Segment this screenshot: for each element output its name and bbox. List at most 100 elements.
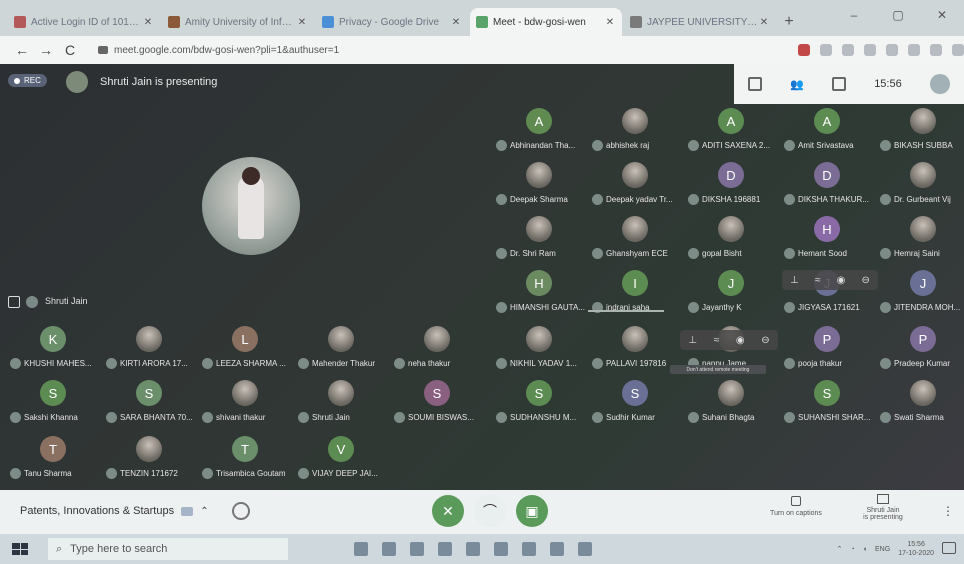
app-icon[interactable] [438,542,452,556]
network-icon[interactable]: ◔ [851,546,855,553]
participant-tile[interactable]: T Trisambica Goutam [200,436,296,484]
participant-tile[interactable]: H Hemant Sood [782,216,878,264]
taskbar-search[interactable]: ⌕ Type here to search [48,538,288,560]
remove-icon[interactable]: ⊖ [862,275,870,286]
participant-tile[interactable]: P Pradeep Kumar [878,326,964,374]
participant-tile[interactable]: Hemraj Saini [878,216,964,264]
avatar[interactable] [929,74,950,94]
participant-tile[interactable]: S SUHANSHI SHAR... [782,380,878,428]
tab-0[interactable]: Active Login ID of 101241 ✕ [8,8,160,36]
close-icon[interactable]: ✕ [142,17,154,28]
presenting-button[interactable]: Shruti Jain is presenting [848,494,918,521]
captions-button[interactable]: Turn on captions [766,496,826,517]
participant-tile[interactable]: S Sudhir Kumar [590,380,686,428]
meeting-details[interactable]: Patents, Innovations & Startups ⌃ [20,505,209,517]
windows-start-button[interactable] [12,543,28,555]
chevron-up-icon[interactable]: ⌃ [837,545,843,553]
puzzle-icon[interactable] [908,44,920,56]
forward-button[interactable]: → [34,42,58,58]
people-icon[interactable]: 👥 [790,78,804,91]
mute-tile-icon[interactable]: ≈ [714,335,720,346]
camera-icon[interactable] [798,44,810,56]
participant-tile[interactable]: D DIKSHA THAKUR... [782,162,878,210]
tab-4[interactable]: JAYPEE UNIVERSITY OF INF✕ [624,8,776,36]
close-icon[interactable]: ✕ [758,17,770,28]
pin-tile-icon[interactable]: ⊥ [790,275,799,286]
participant-tile[interactable]: Shruti Jain [296,380,392,428]
participant-tile[interactable]: Dr. Shri Ram [494,216,590,264]
pin-icon[interactable] [8,296,20,308]
language-indicator[interactable]: ENG [875,546,890,553]
maximize-button[interactable]: ▢ [876,0,920,30]
participant-tile[interactable]: J JITENDRA MOH... [878,270,964,318]
remove-icon[interactable]: ⊖ [761,335,769,346]
participant-tile[interactable]: TENZIN 171672 [104,436,200,484]
participant-tile[interactable]: Ghanshyam ECE [590,216,686,264]
share-icon[interactable] [842,44,854,56]
close-icon[interactable]: ✕ [450,17,462,28]
tab-1[interactable]: Amity University of Information✕ [162,8,314,36]
participant-tile[interactable]: Suhani Bhagta [686,380,782,428]
menu-icon[interactable] [952,44,964,56]
reload-button[interactable]: C [58,42,82,58]
participant-tile[interactable]: Swati Sharma [878,380,964,428]
participant-tile[interactable]: L LEEZA SHARMA ... [200,326,296,374]
eye-icon[interactable]: ◉ [736,335,745,346]
participant-tile[interactable]: KIRTI ARORA 17... [104,326,200,374]
participant-tile[interactable]: S SUDHANSHU M... [494,380,590,428]
participant-tile[interactable]: D DIKSHA 196881 [686,162,782,210]
chat-icon[interactable] [832,77,847,91]
mic-toggle-button[interactable]: ✕ [432,495,464,527]
chrome-icon[interactable] [382,542,396,556]
camera-toggle-button[interactable]: ▣ [516,495,548,527]
app-icon[interactable] [550,542,564,556]
leave-call-button[interactable]: ⌒ [474,495,506,527]
participant-tile[interactable]: A ADITI SAXENA 2... [686,108,782,156]
back-button[interactable]: ← [10,42,34,58]
participant-tile[interactable]: H HIMANSHI GAUTA... [494,270,590,318]
participant-tile[interactable]: K KHUSHI MAHES... [8,326,104,374]
app-icon[interactable] [494,542,508,556]
participant-tile[interactable]: S SOUMI BISWAS... [392,380,488,428]
task-view-icon[interactable] [354,542,368,556]
participant-tile[interactable]: Mahender Thakur [296,326,392,374]
zoom-icon[interactable] [820,44,832,56]
participant-tile[interactable]: neha thakur [392,326,488,374]
close-icon[interactable]: ✕ [296,17,308,28]
participant-tile[interactable]: Ppooja thakur [782,326,878,374]
url-field[interactable]: meet.google.com/bdw-gosi-wen?pli=1&authu… [90,40,780,60]
taskbar-clock[interactable]: 15:56 17-10-2020 [898,540,934,558]
eye-icon[interactable]: ◉ [837,275,846,286]
app-icon[interactable] [522,542,536,556]
participant-tile[interactable]: Dr. Gurbeant Vij [878,162,964,210]
participant-tile[interactable]: BIKASH SUBBA [878,108,964,156]
new-tab-button[interactable]: + [778,8,800,36]
participant-tile[interactable]: NIKHIL YADAV 1... [494,326,590,374]
tab-3[interactable]: Meet - bdw-gosi-wen ✕ [470,8,622,36]
participant-tile[interactable]: A Amit Srivastava [782,108,878,156]
participant-tile[interactable]: J Jayanthy K [686,270,782,318]
grid-icon[interactable] [748,77,763,91]
participant-tile[interactable]: S Sakshi Khanna [8,380,104,428]
participant-tile[interactable]: T Tanu Sharma [8,436,104,484]
notifications-icon[interactable] [942,542,956,554]
more-options-icon[interactable]: ⋮ [942,504,954,518]
app-icon[interactable] [578,542,592,556]
volume-icon[interactable]: ◖ [863,546,867,553]
participant-tile[interactable]: abhishek raj [590,108,686,156]
app-icon[interactable] [466,542,480,556]
participant-tile[interactable]: gopal Bisht [686,216,782,264]
mute-tile-icon[interactable]: ≈ [815,275,821,286]
reading-list-icon[interactable] [886,44,898,56]
profile-icon[interactable] [930,44,942,56]
participant-tile[interactable]: Deepak Sharma [494,162,590,210]
star-icon[interactable] [864,44,876,56]
participant-tile[interactable]: V VIJAY DEEP JAI... [296,436,392,484]
tab-2[interactable]: Privacy - Google Drive ✕ [316,8,468,36]
file-explorer-icon[interactable] [410,542,424,556]
close-icon[interactable]: ✕ [604,17,616,28]
pin-tile-icon[interactable]: ⊥ [688,335,697,346]
close-window-button[interactable]: ✕ [920,0,964,30]
participant-tile[interactable]: A Abhinandan Tha... [494,108,590,156]
participant-tile[interactable]: S SARA BHANTA 70... [104,380,200,428]
